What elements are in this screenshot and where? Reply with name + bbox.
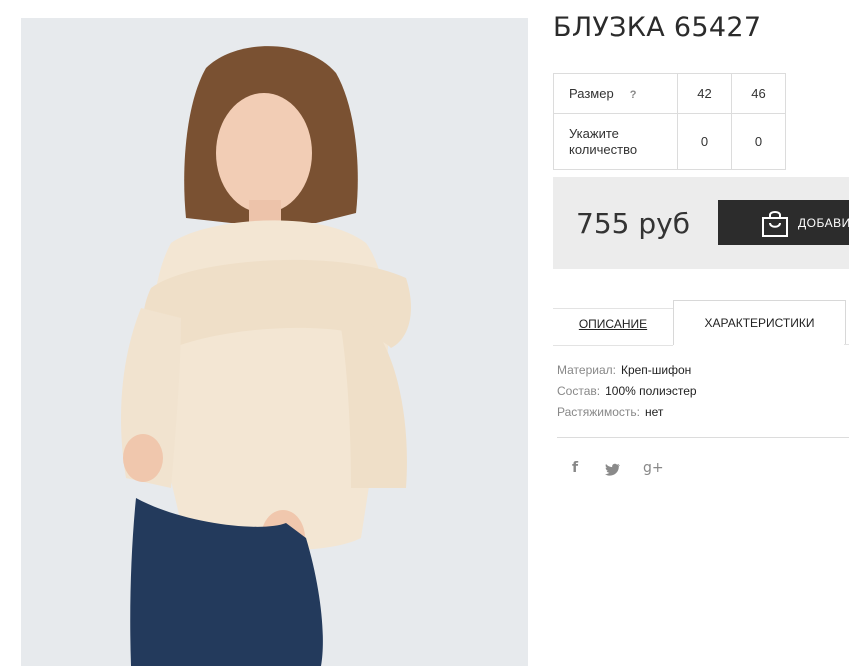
tab-divider (844, 344, 849, 345)
tab-characteristics[interactable]: ХАРАКТЕРИСТИКИ (673, 300, 846, 345)
facebook-icon[interactable]: f (572, 460, 578, 476)
product-photo[interactable] (21, 18, 528, 666)
size-row: Размер? 42 46 (553, 73, 786, 114)
product-photo-image (21, 18, 528, 666)
twitter-icon[interactable] (605, 463, 621, 476)
size-label: Размер (569, 86, 614, 101)
spec-value: нет (645, 405, 664, 419)
quantity-row: Укажите количество 0 0 (553, 113, 786, 170)
product-price: 755 руб (576, 207, 690, 240)
spec-list: Материал: Креп-шифон Состав: 100% полиэсте… (557, 362, 697, 425)
section-divider (557, 437, 849, 438)
size-label-cell: Размер? (553, 73, 678, 114)
quantity-label-cell: Укажите количество (553, 113, 678, 170)
googleplus-icon[interactable]: g+ (643, 460, 664, 476)
tab-description[interactable]: ОПИСАНИЕ (553, 308, 673, 346)
spec-key: Состав: (557, 384, 601, 398)
quantity-input-46[interactable]: 0 (731, 113, 786, 170)
add-to-cart-label: ДОБАВИ (798, 216, 849, 230)
spec-row-stretch: Растяжимость: нет (557, 404, 697, 425)
product-title: БЛУЗКА 65427 (553, 12, 762, 43)
quantity-label-line1: Укажите (569, 125, 619, 141)
spec-value: Креп-шифон (620, 363, 692, 377)
shopping-bag-icon (762, 211, 788, 237)
product-tabs: ОПИСАНИЕ ХАРАКТЕРИСТИКИ (553, 300, 849, 346)
spec-value: 100% полиэстер (605, 384, 697, 398)
tab-description-label: ОПИСАНИЕ (578, 317, 648, 331)
size-table: Размер? 42 46 Укажите количество 0 0 (553, 73, 786, 170)
spec-key: Материал: (557, 363, 616, 377)
add-to-cart-button[interactable]: ДОБАВИ (718, 200, 849, 245)
tab-characteristics-label: ХАРАКТЕРИСТИКИ (704, 316, 815, 330)
quantity-input-42[interactable]: 0 (677, 113, 732, 170)
size-option-46: 46 (731, 73, 786, 114)
help-icon[interactable]: ? (630, 89, 637, 101)
spec-row-material: Материал: Креп-шифон (557, 362, 697, 383)
quantity-label-line2: количество (569, 141, 638, 157)
price-box: 755 руб ДОБАВИ (553, 177, 849, 269)
spec-key: Растяжимость: (557, 405, 641, 419)
size-option-42: 42 (677, 73, 732, 114)
spec-row-composition: Состав: 100% полиэстер (557, 383, 697, 404)
